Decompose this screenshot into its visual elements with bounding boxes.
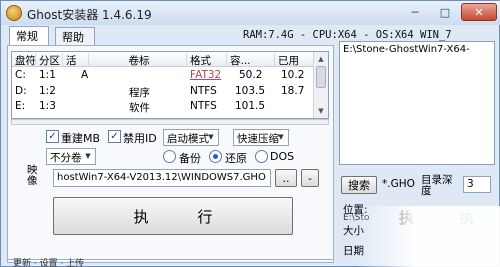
execute-glyph-right: 执: [459, 209, 475, 227]
watermark-fade: [357, 206, 500, 267]
maximize-button[interactable]: □: [433, 3, 457, 21]
cell-size: 50.2: [239, 69, 263, 81]
cell-size: 101.5: [235, 100, 266, 112]
col-format[interactable]: 格式: [187, 53, 227, 67]
cell-drive: D:: [15, 85, 27, 97]
extension-filter[interactable]: *.GHO: [382, 178, 415, 190]
dos-label: DOS: [270, 150, 295, 163]
partition-table[interactable]: 盘符 分区 活 卷标 格式 容... 已用 C: 1:1 A FAT32 50.…: [11, 51, 329, 119]
boot-mode-value: 启动模式: [167, 133, 209, 145]
cell-partition: 1:3: [39, 100, 56, 112]
table-row[interactable]: D: 1:2 程序 NTFS 103.5 18.7: [12, 85, 315, 101]
cell-partition: 1:1: [39, 69, 56, 81]
cell-format: NTFS: [190, 100, 217, 112]
tab-general[interactable]: 常规: [9, 26, 49, 46]
table-row[interactable]: E: 1:3 软件 NTFS 101.5: [12, 100, 315, 114]
dos-radio[interactable]: [255, 150, 268, 163]
partition-mode-select[interactable]: 不分卷 ▼: [46, 148, 96, 165]
chevron-down-icon: ▼: [85, 152, 91, 160]
status-strip: 更新 · 设置 · 上传: [7, 259, 334, 267]
cell-active: [63, 85, 89, 99]
minimize-button[interactable]: ─: [403, 3, 427, 21]
cell-label: 软件: [129, 102, 150, 114]
scroll-down-arrow-icon[interactable]: ▼: [315, 105, 327, 117]
size-label: 大小: [343, 225, 364, 237]
window-title: Ghost安装器 1.4.6.19: [27, 8, 152, 22]
col-drive[interactable]: 盘符: [12, 53, 36, 67]
disable-id-label: 禁用ID: [123, 132, 157, 145]
system-info: RAM:7.4G - CPU:X64 - OS:X64 WIN_7: [243, 29, 452, 41]
partition-mode-value: 不分卷: [50, 152, 82, 164]
col-partition[interactable]: 分区: [36, 53, 63, 67]
ghost-app-icon: [6, 5, 22, 21]
restore-label: 还原: [225, 152, 247, 165]
table-row[interactable]: C: 1:1 A FAT32 50.2 10.2: [12, 69, 315, 85]
browse-button[interactable]: ..: [275, 169, 297, 187]
cell-format: NTFS: [190, 85, 217, 97]
position-value: E:\Sto: [343, 213, 370, 223]
table-horizontal-scrollbar[interactable]: [11, 119, 329, 125]
image-label: 映像: [27, 164, 38, 187]
cell-used: 10.2: [281, 69, 305, 81]
cell-label: [89, 69, 187, 83]
rebuild-mbr-checkbox[interactable]: ✓: [46, 130, 59, 143]
col-label[interactable]: 卷标: [89, 53, 187, 67]
chevron-down-icon: ▼: [208, 133, 214, 141]
cell-partition: 1:2: [39, 85, 56, 97]
compression-select[interactable]: 快速压缩 ▼: [233, 129, 289, 146]
restore-radio[interactable]: [209, 150, 222, 163]
app-window: Ghost安装器 1.4.6.19 ─ □ ✕ 常规 帮助 RAM:7.4G -…: [0, 0, 500, 267]
ghost-file-list[interactable]: E:\Stone-GhostWin7-X64-: [339, 41, 495, 165]
col-used[interactable]: 已用: [275, 53, 315, 67]
chevron-down-icon: ▼: [278, 133, 284, 141]
backup-label: 备份: [179, 152, 201, 165]
table-vertical-scrollbar[interactable]: ▲ ▼: [313, 52, 328, 118]
dir-depth-input[interactable]: 3: [463, 176, 491, 193]
cell-label: 程序: [129, 87, 150, 99]
date-label: 日期: [343, 245, 364, 257]
scroll-up-arrow-icon[interactable]: ▲: [315, 53, 327, 65]
search-button[interactable]: 搜索: [341, 176, 377, 194]
execute-glyph-left: 执: [399, 209, 415, 227]
col-size[interactable]: 容...: [227, 53, 275, 67]
cell-drive: E:: [15, 100, 26, 112]
table-header: 盘符 分区 活 卷标 格式 容... 已用: [12, 52, 315, 67]
tab-help[interactable]: 帮助: [55, 27, 95, 45]
cell-used: 18.7: [281, 85, 305, 97]
close-button[interactable]: ✕: [461, 3, 497, 21]
dir-depth-label: 目录深度: [421, 174, 453, 197]
boot-mode-select[interactable]: 启动模式 ▼: [163, 129, 219, 146]
rebuild-mbr-label: 重建MB: [61, 132, 101, 145]
scroll-thumb[interactable]: [316, 66, 326, 88]
title-bar[interactable]: Ghost安装器 1.4.6.19 ─ □ ✕: [1, 1, 500, 25]
cell-size: 103.5: [235, 85, 266, 97]
image-path-field[interactable]: hostWin7-X64-V2013.12\WINDOWS7.GHO: [53, 169, 271, 187]
backup-radio[interactable]: [163, 150, 176, 163]
cell-format: FAT32: [190, 69, 222, 81]
cell-active: A: [81, 69, 89, 81]
cell-drive: C:: [15, 69, 26, 81]
col-active[interactable]: 活: [63, 53, 89, 67]
execute-button[interactable]: 执 行: [53, 197, 293, 235]
compression-value: 快速压缩: [237, 133, 279, 145]
remove-image-button[interactable]: -: [301, 169, 319, 187]
disable-id-checkbox[interactable]: ✓: [108, 130, 121, 143]
